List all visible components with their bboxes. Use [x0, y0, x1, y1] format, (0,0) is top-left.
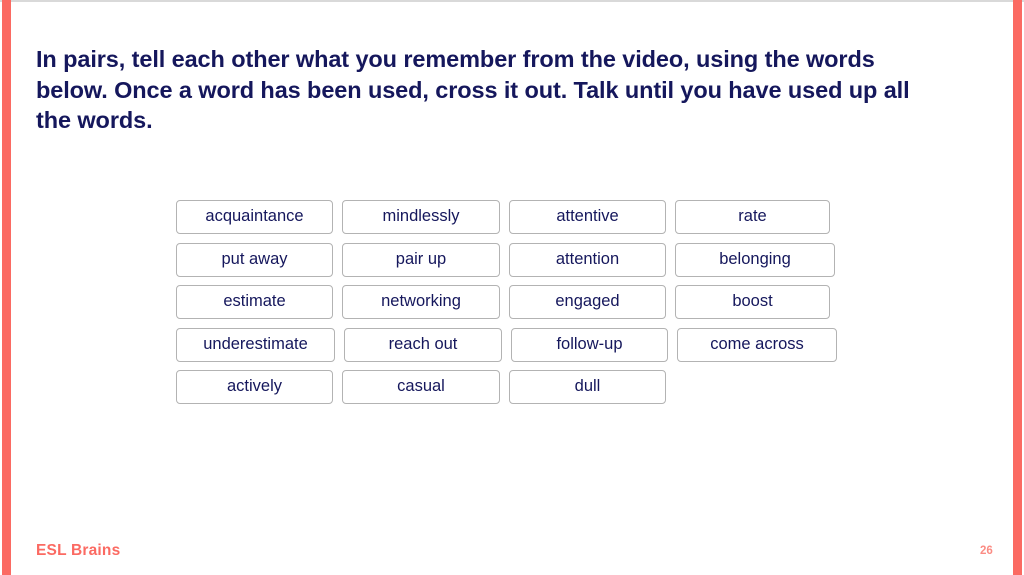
word-card[interactable]: attention — [509, 242, 666, 277]
word-card[interactable]: put away — [176, 242, 333, 277]
word-card[interactable]: casual — [342, 370, 500, 404]
word-card[interactable]: actively — [176, 370, 333, 404]
instruction-heading: In pairs, tell each other what you remem… — [36, 46, 910, 133]
word-card-row: actively casual dull — [176, 370, 837, 404]
word-card-row: estimate networking engaged boost — [176, 285, 837, 319]
word-card[interactable]: follow-up — [511, 327, 668, 362]
word-card[interactable]: boost — [675, 285, 830, 319]
left-accent-bar — [2, 0, 11, 575]
word-card[interactable]: pair up — [342, 242, 500, 277]
word-card-row: put away pair up attention belonging — [176, 242, 837, 277]
esl-brains-logo: ESL Brains — [36, 542, 121, 559]
slide: In pairs, tell each other what you remem… — [0, 0, 1024, 575]
word-card-row: underestimate reach out follow-up come a… — [176, 327, 837, 362]
word-card[interactable]: come across — [677, 327, 837, 362]
page-number: 26 — [980, 545, 993, 557]
word-card[interactable]: belonging — [675, 242, 835, 277]
word-card[interactable]: estimate — [176, 285, 333, 319]
word-card-grid: acquaintance mindlessly attentive rate p… — [176, 200, 837, 404]
word-card[interactable]: engaged — [509, 285, 666, 319]
word-card[interactable]: dull — [509, 370, 666, 404]
word-card[interactable]: underestimate — [176, 327, 335, 362]
top-divider — [0, 0, 1024, 2]
word-card[interactable]: networking — [342, 285, 500, 319]
word-card[interactable]: attentive — [509, 200, 666, 234]
word-card[interactable]: rate — [675, 200, 830, 234]
word-card[interactable]: reach out — [344, 327, 502, 362]
word-card[interactable]: mindlessly — [342, 200, 500, 234]
word-card[interactable]: acquaintance — [176, 200, 333, 234]
right-accent-bar — [1013, 0, 1022, 575]
word-card-row: acquaintance mindlessly attentive rate — [176, 200, 837, 234]
